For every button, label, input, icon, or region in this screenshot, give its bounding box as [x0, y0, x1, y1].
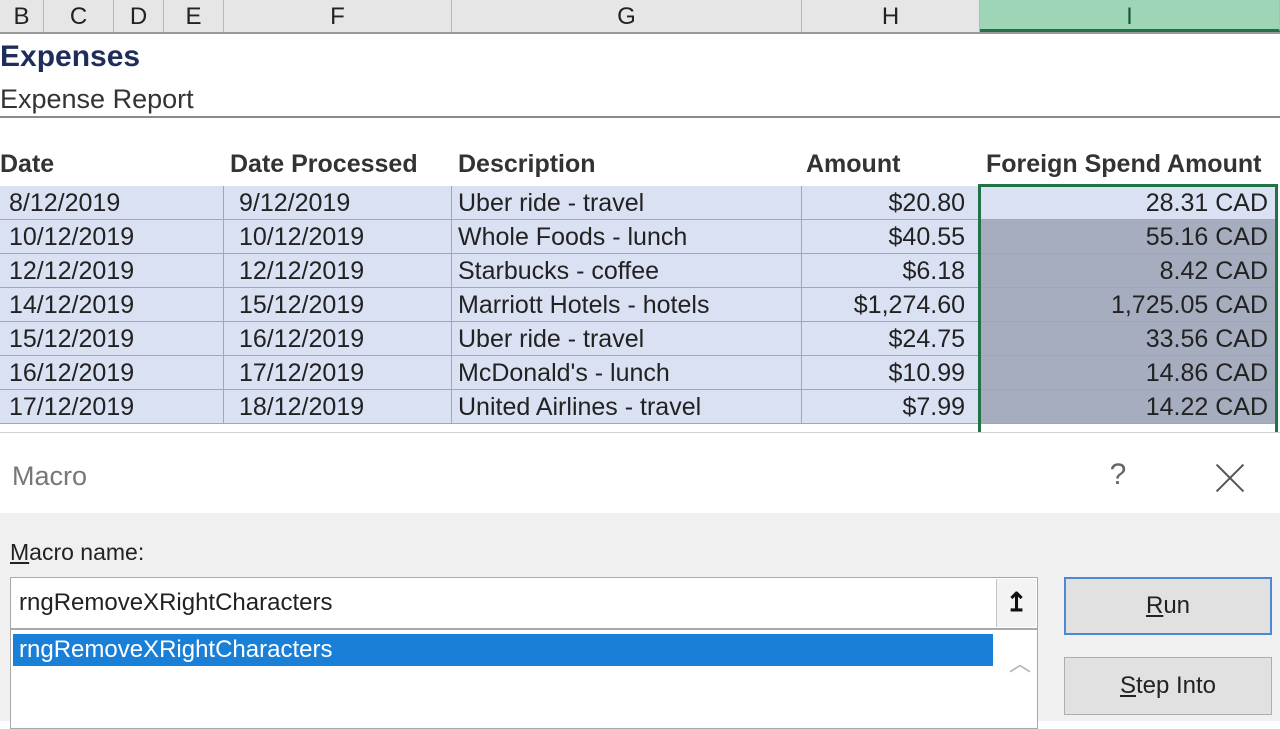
cell-amount[interactable]: $24.75 — [802, 322, 980, 356]
cell-description[interactable]: McDonald's - lunch — [452, 356, 802, 390]
cell-foreign-spend[interactable]: 14.22 CAD — [980, 390, 1278, 424]
macro-name-label-accesskey: M — [10, 539, 30, 565]
dialog-titlebar[interactable]: Macro ? — [0, 433, 1280, 513]
sheet-subtitle[interactable]: Expense Report — [0, 84, 194, 115]
step-into-label: tep Into — [1135, 672, 1217, 699]
macro-name-label-text: acro name: — [29, 539, 145, 565]
close-icon[interactable] — [1210, 457, 1250, 497]
cell-amount[interactable]: $20.80 — [802, 186, 980, 220]
column-header-i[interactable]: I — [980, 0, 1280, 32]
table-row: 8/12/2019 9/12/2019 Uber ride - travel $… — [0, 186, 1280, 220]
cell-date[interactable]: 12/12/2019 — [0, 254, 224, 288]
cell-amount[interactable]: $1,274.60 — [802, 288, 980, 322]
header-description[interactable]: Description — [458, 150, 596, 179]
cell-date-processed[interactable]: 12/12/2019 — [224, 254, 452, 288]
run-button[interactable]: Run — [1064, 577, 1272, 635]
cell-amount[interactable]: $10.99 — [802, 356, 980, 390]
column-header-h[interactable]: H — [802, 0, 980, 32]
cell-date-processed[interactable]: 18/12/2019 — [224, 390, 452, 424]
cell-description[interactable]: United Airlines - travel — [452, 390, 802, 424]
cell-foreign-spend[interactable]: 33.56 CAD — [980, 322, 1278, 356]
scroll-up-icon[interactable]: ︿ — [1005, 646, 1035, 676]
table-row: 12/12/2019 12/12/2019 Starbucks - coffee… — [0, 254, 1280, 288]
column-header-d[interactable]: D — [114, 0, 164, 32]
column-header-g[interactable]: G — [452, 0, 802, 32]
table-row: 16/12/2019 17/12/2019 McDonald's - lunch… — [0, 356, 1280, 390]
cell-date[interactable]: 15/12/2019 — [0, 322, 224, 356]
cell-foreign-spend[interactable]: 28.31 CAD — [980, 186, 1278, 220]
cell-date-processed[interactable]: 15/12/2019 — [224, 288, 452, 322]
header-date-processed[interactable]: Date Processed — [230, 150, 418, 179]
macro-dialog: Macro ? Macro name: rngRemoveXRightChara… — [0, 432, 1280, 729]
collapse-dialog-icon[interactable]: ↥ — [996, 579, 1036, 627]
column-header-b[interactable]: B — [0, 0, 44, 32]
table-row: 17/12/2019 18/12/2019 United Airlines - … — [0, 390, 1280, 424]
column-header-c[interactable]: C — [44, 0, 114, 32]
cell-date-processed[interactable]: 10/12/2019 — [224, 220, 452, 254]
cell-description[interactable]: Marriott Hotels - hotels — [452, 288, 802, 322]
sheet-title[interactable]: Expenses — [0, 40, 140, 74]
run-accesskey: R — [1145, 592, 1164, 619]
cell-date[interactable]: 14/12/2019 — [0, 288, 224, 322]
cell-date[interactable]: 17/12/2019 — [0, 390, 224, 424]
macro-list-item[interactable]: rngRemoveXRightCharacters — [13, 634, 993, 666]
macro-list[interactable]: rngRemoveXRightCharacters ︿ — [10, 629, 1038, 729]
column-header-e[interactable]: E — [164, 0, 224, 32]
cell-description[interactable]: Uber ride - travel — [452, 186, 802, 220]
table-row: 15/12/2019 16/12/2019 Uber ride - travel… — [0, 322, 1280, 356]
column-header-bar: B C D E F G H I — [0, 0, 1280, 34]
cell-description[interactable]: Uber ride - travel — [452, 322, 802, 356]
cell-foreign-spend[interactable]: 55.16 CAD — [980, 220, 1278, 254]
macro-name-label: Macro name: — [10, 539, 144, 566]
header-amount[interactable]: Amount — [806, 150, 900, 179]
cell-date-processed[interactable]: 16/12/2019 — [224, 322, 452, 356]
dialog-title: Macro — [12, 461, 88, 491]
cell-amount[interactable]: $40.55 — [802, 220, 980, 254]
cell-date[interactable]: 10/12/2019 — [0, 220, 224, 254]
cell-foreign-spend[interactable]: 8.42 CAD — [980, 254, 1278, 288]
cell-date-processed[interactable]: 9/12/2019 — [224, 186, 452, 220]
header-foreign-spend[interactable]: Foreign Spend Amount — [986, 150, 1261, 179]
run-label: un — [1163, 592, 1191, 619]
cell-description[interactable]: Whole Foods - lunch — [452, 220, 802, 254]
macro-name-input[interactable]: rngRemoveXRightCharacters — [10, 577, 1038, 629]
column-header-f[interactable]: F — [224, 0, 452, 32]
cell-date[interactable]: 16/12/2019 — [0, 356, 224, 390]
cell-date-processed[interactable]: 17/12/2019 — [224, 356, 452, 390]
cell-amount[interactable]: $6.18 — [802, 254, 980, 288]
cell-date[interactable]: 8/12/2019 — [0, 186, 224, 220]
cell-foreign-spend[interactable]: 1,725.05 CAD — [980, 288, 1278, 322]
cell-description[interactable]: Starbucks - coffee — [452, 254, 802, 288]
cell-foreign-spend[interactable]: 14.86 CAD — [980, 356, 1278, 390]
cell-amount[interactable]: $7.99 — [802, 390, 980, 424]
step-into-button[interactable]: Step Into — [1064, 657, 1272, 715]
help-icon[interactable]: ? — [1100, 455, 1136, 495]
step-into-accesskey: S — [1119, 672, 1136, 699]
table-row: 14/12/2019 15/12/2019 Marriott Hotels - … — [0, 288, 1280, 322]
header-date[interactable]: Date — [0, 150, 54, 179]
divider — [0, 116, 1280, 118]
table-row: 10/12/2019 10/12/2019 Whole Foods - lunc… — [0, 220, 1280, 254]
